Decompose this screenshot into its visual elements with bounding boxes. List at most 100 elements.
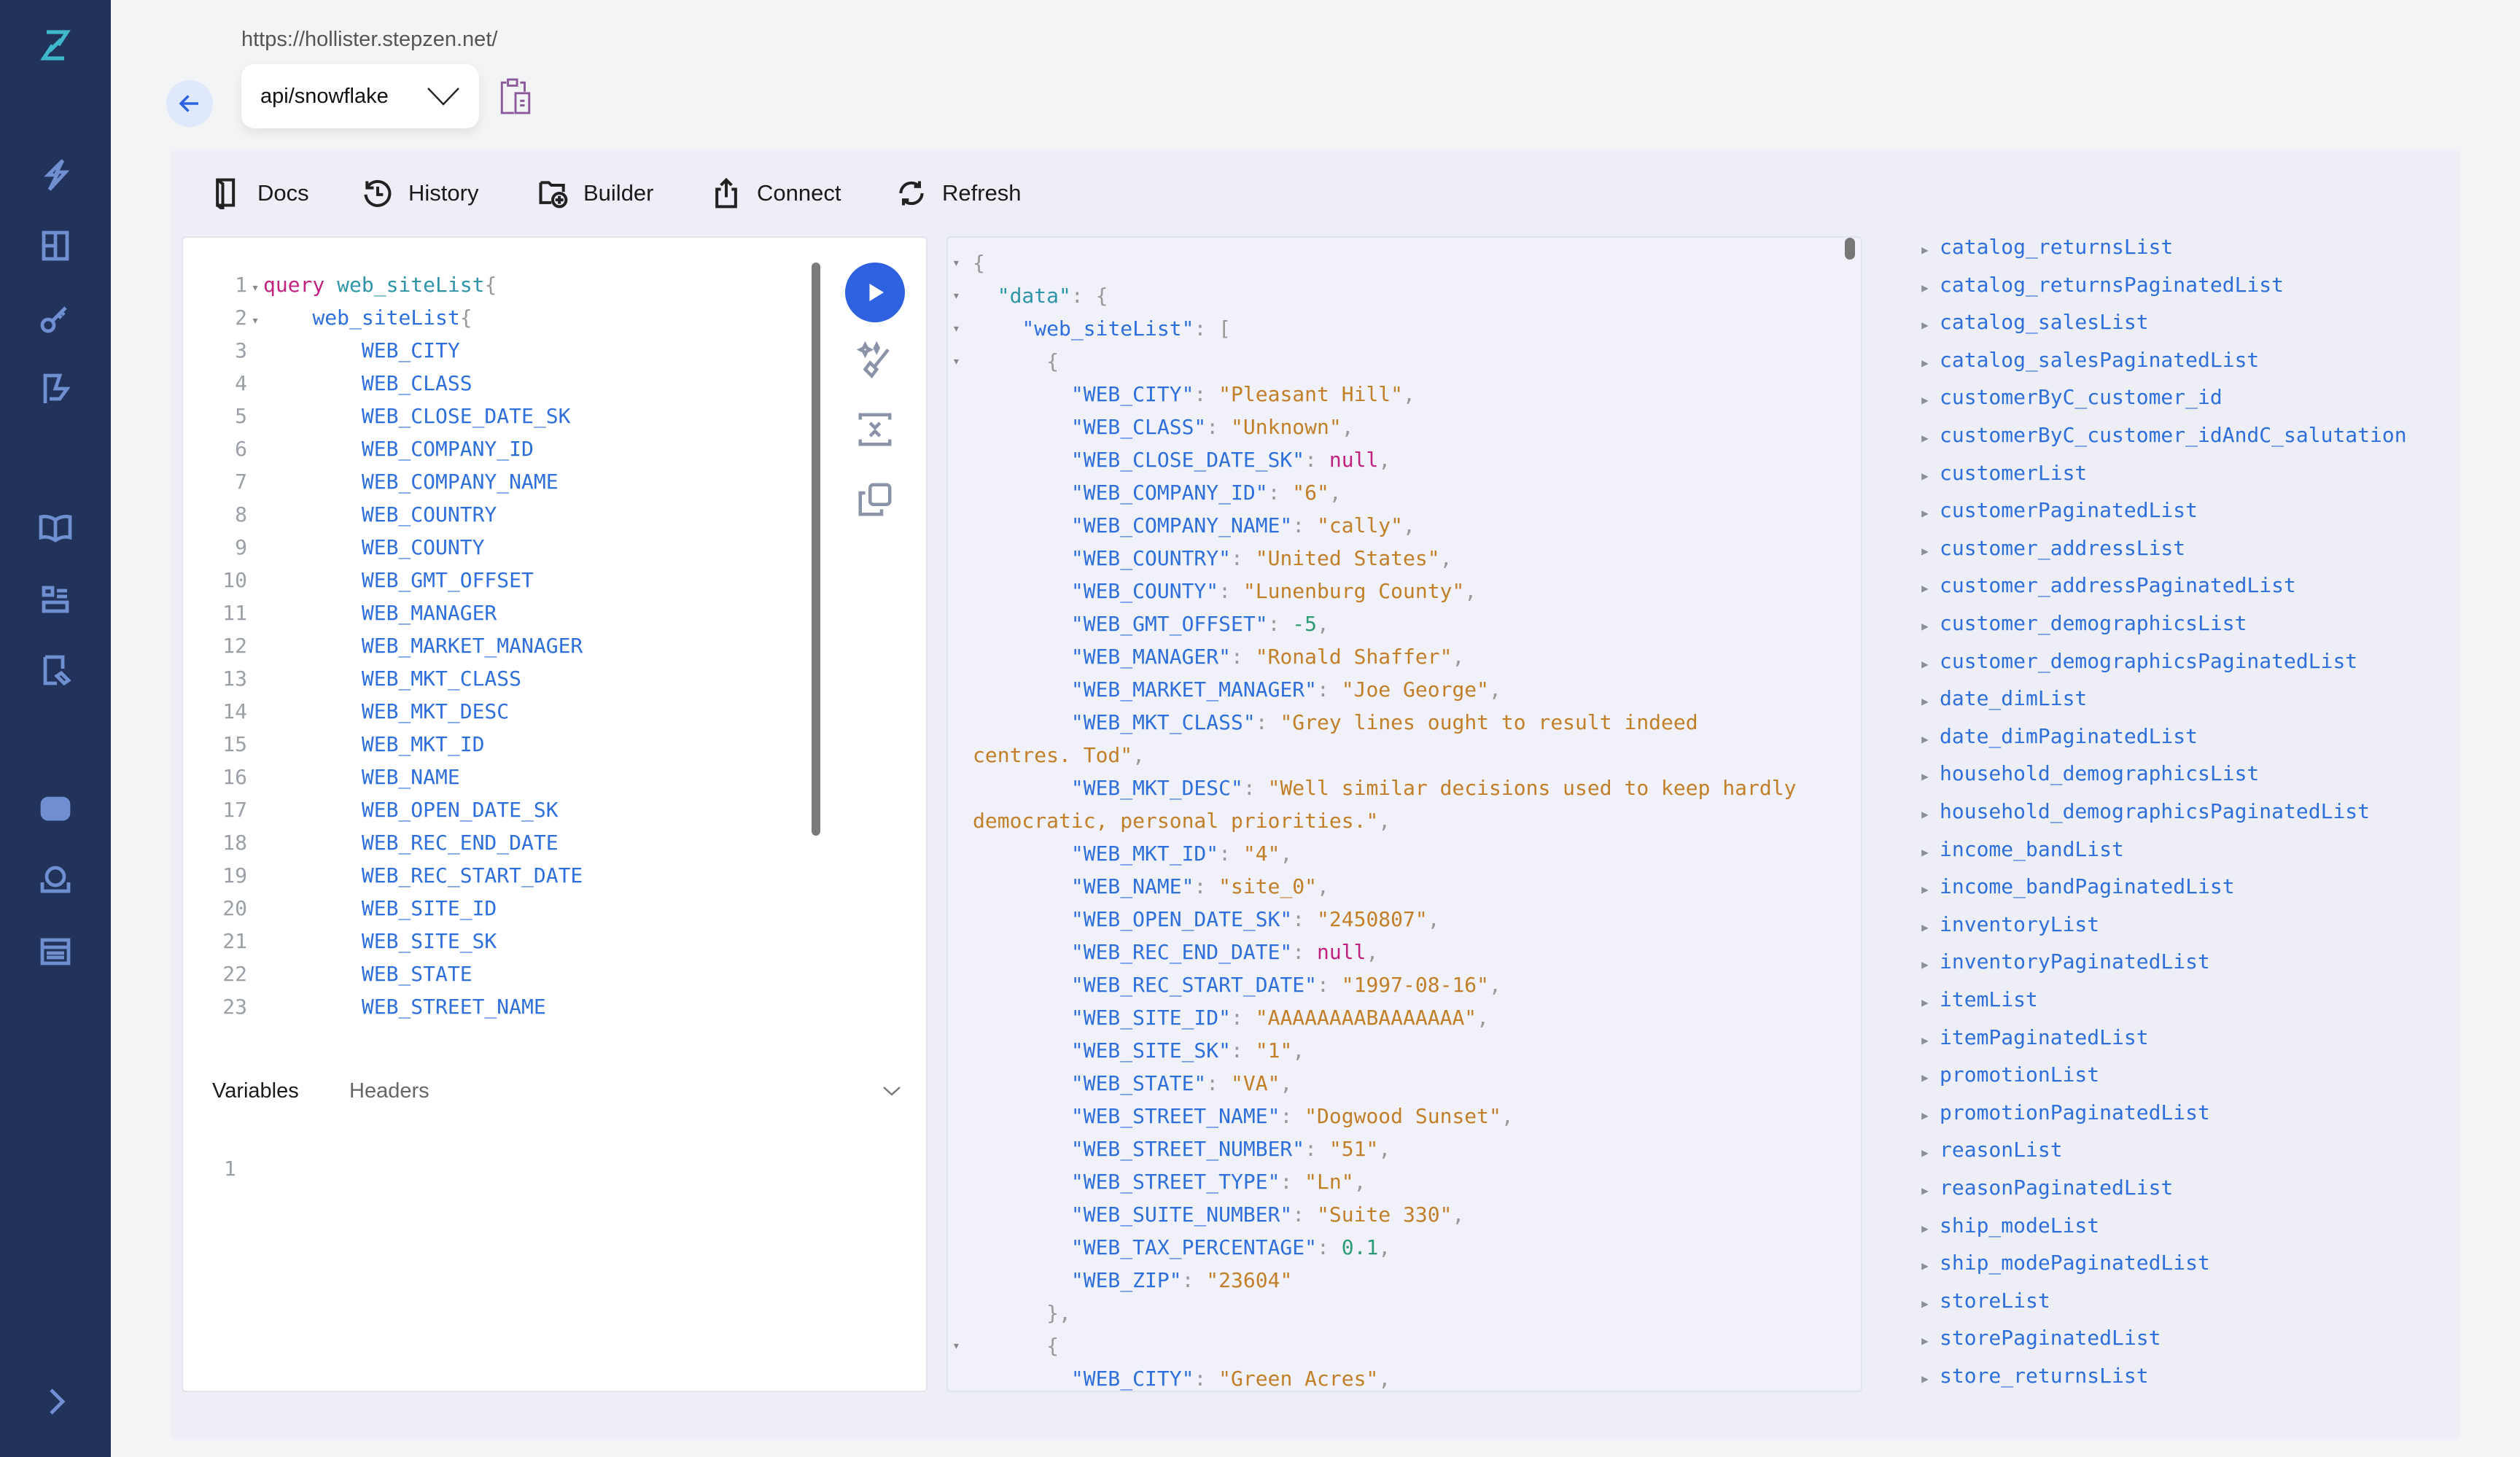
line-number: 14	[222, 699, 247, 723]
result-line-text: "WEB_REC_START_DATE": "1997-08-16",	[973, 968, 1802, 1001]
schema-field-item[interactable]: ▶ income_bandPaginatedList	[1910, 870, 2234, 908]
schema-field-item[interactable]: ▶ catalog_returnsPaginatedList	[1910, 268, 2284, 306]
docs-icon[interactable]	[34, 648, 77, 692]
schema-field-item[interactable]: ▶ inventoryPaginatedList	[1910, 945, 2210, 983]
merge-fragments-button[interactable]	[855, 410, 895, 449]
billing-icon[interactable]	[34, 930, 77, 974]
schema-field-item[interactable]: ▶ ship_modeList	[1910, 1209, 2099, 1247]
code-token: :	[1206, 1071, 1232, 1095]
code-token: ,	[1501, 1104, 1514, 1128]
folder-plus-icon	[539, 181, 568, 209]
copy-endpoint-button[interactable]	[497, 76, 534, 120]
schema-icon[interactable]	[34, 578, 77, 621]
result-line-text: "WEB_SUITE_NUMBER": "Suite 330",	[973, 1198, 1802, 1231]
copy-query-button[interactable]	[855, 480, 895, 519]
endpoint-select[interactable]: api/snowflake	[241, 64, 479, 128]
schema-field-item[interactable]: ▶ customerPaginatedList	[1910, 494, 2198, 532]
discord-icon[interactable]	[34, 787, 77, 831]
refresh-button[interactable]: Refresh	[895, 174, 1022, 212]
code-token: "WEB_CITY"	[1070, 382, 1194, 406]
schema-field-name: ship_modeList	[1940, 1213, 2100, 1238]
connect-button[interactable]: Connect	[710, 174, 841, 212]
schema-field-item[interactable]: ▶ reasonPaginatedList	[1910, 1171, 2173, 1209]
chevron-down-icon[interactable]	[882, 1084, 902, 1098]
schema-field-item[interactable]: ▶ promotionPaginatedList	[1910, 1096, 2210, 1134]
code-token: "WEB_SITE_ID"	[1070, 1006, 1232, 1030]
tab-headers[interactable]: Headers	[349, 1079, 429, 1103]
schema-field-name: storePaginatedList	[1940, 1326, 2161, 1351]
schema-field-item[interactable]: ▶ date_dimPaginatedList	[1910, 720, 2198, 758]
line-number: 5	[235, 404, 247, 428]
schema-field-name: ship_modePaginatedList	[1940, 1251, 2210, 1275]
schema-field-item[interactable]: ▶ customerByC_customer_idAndC_salutation	[1910, 419, 2406, 456]
run-query-button[interactable]	[845, 263, 905, 322]
line-number: 1	[235, 273, 247, 297]
schema-field-item[interactable]: ▶ household_demographicsPaginatedList	[1910, 795, 2370, 833]
result-line-text: "WEB_TAX_PERCENTAGE": 0.1,	[973, 1231, 1802, 1264]
flag-icon[interactable]	[34, 367, 77, 411]
schema-field-item[interactable]: ▶ household_demographicsList	[1910, 757, 2259, 795]
result-line-text: "WEB_COMPANY_NAME": "cally",	[973, 509, 1802, 542]
query-editor[interactable]: 1 ▾ query web_siteList{2 ▾ web_siteList{3 W…	[182, 236, 928, 1392]
schema-field-item[interactable]: ▶ customerList	[1910, 456, 2087, 494]
result-line-text: "WEB_MKT_ID": "4",	[973, 837, 1802, 870]
schema-field-item[interactable]: ▶ catalog_salesPaginatedList	[1910, 343, 2259, 381]
schema-field-item[interactable]: ▶ income_bandList	[1910, 833, 2124, 871]
code-token: "Dogwood Sunset"	[1304, 1104, 1501, 1128]
result-line-text: "web_siteList": [	[973, 312, 1802, 345]
layout-icon[interactable]	[34, 224, 77, 268]
docs-button[interactable]: Docs	[211, 174, 309, 212]
lightning-icon[interactable]	[34, 153, 77, 197]
code-token: :	[1317, 973, 1342, 997]
book-icon[interactable]	[34, 505, 77, 549]
schema-field-item[interactable]: ▶ customer_demographicsPaginatedList	[1910, 645, 2357, 683]
code-token: "4"	[1242, 842, 1280, 866]
result-viewer[interactable]: ▾ {▾ "data": {▾ "web_siteList": [▾ { "WEB…	[946, 236, 1862, 1392]
query-line: 1 ▾ query web_siteList{	[183, 268, 497, 301]
expand-arrow-icon: ▶	[1921, 1296, 1929, 1310]
schema-field-item[interactable]: ▶ storePaginatedList	[1910, 1321, 2161, 1359]
support-icon[interactable]	[34, 858, 77, 901]
code-token: "WEB_TAX_PERCENTAGE"	[1070, 1235, 1318, 1259]
schema-field-item[interactable]: ▶ date_dimList	[1910, 682, 2087, 720]
chevron-right-icon[interactable]	[34, 1380, 77, 1423]
schema-field-item[interactable]: ▶ ship_modePaginatedList	[1910, 1246, 2210, 1284]
history-button[interactable]: History	[362, 174, 478, 212]
query-line: 11 WEB_MANAGER	[183, 597, 497, 629]
code-token: :	[1218, 579, 1243, 603]
result-line-text: "data": {	[973, 279, 1802, 312]
schema-field-item[interactable]: ▶ itemPaginatedList	[1910, 1021, 2148, 1059]
history-label: History	[408, 180, 479, 206]
prettify-button[interactable]	[855, 340, 895, 379]
schema-field-item[interactable]: ▶ reasonList	[1910, 1133, 2062, 1171]
schema-field-item[interactable]: ▶ promotionList	[1910, 1058, 2099, 1096]
schema-field-item[interactable]: ▶ itemList	[1910, 983, 2038, 1021]
tab-variables[interactable]: Variables	[212, 1079, 299, 1103]
variables-editor[interactable]: 1	[224, 1152, 236, 1185]
schema-field-item[interactable]: ▶ store_returnsList	[1910, 1359, 2148, 1397]
builder-button[interactable]: Builder	[537, 174, 654, 212]
schema-field-item[interactable]: ▶ storeList	[1910, 1284, 2050, 1322]
schema-field-item[interactable]: ▶ customerByC_customer_id	[1910, 381, 2222, 419]
schema-field-item[interactable]: ▶ customer_addressList	[1910, 532, 2185, 570]
schema-field-name: catalog_returnsPaginatedList	[1940, 272, 2284, 297]
line-number: 2	[235, 306, 247, 330]
schema-field-name: date_dimPaginatedList	[1940, 723, 2198, 748]
key-icon[interactable]	[34, 296, 77, 340]
stepzen-logo-icon[interactable]	[34, 23, 77, 67]
schema-field-item[interactable]: ▶ customer_addressPaginatedList	[1910, 569, 2296, 607]
code-token: WEB_SITE_SK	[361, 929, 497, 953]
editor-scrollbar[interactable]	[812, 263, 820, 836]
result-scrollbar[interactable]	[1845, 238, 1855, 260]
schema-field-item[interactable]: ▶ inventoryList	[1910, 908, 2099, 946]
code-token: "WEB_MKT_CLASS"	[1070, 710, 1256, 734]
back-button[interactable]	[166, 80, 213, 127]
schema-field-item[interactable]: ▶ customer_demographicsList	[1910, 607, 2247, 645]
schema-field-item[interactable]: ▶ catalog_returnsList	[1910, 230, 2173, 268]
schema-field-item[interactable]: ▶ catalog_salesList	[1910, 306, 2148, 343]
